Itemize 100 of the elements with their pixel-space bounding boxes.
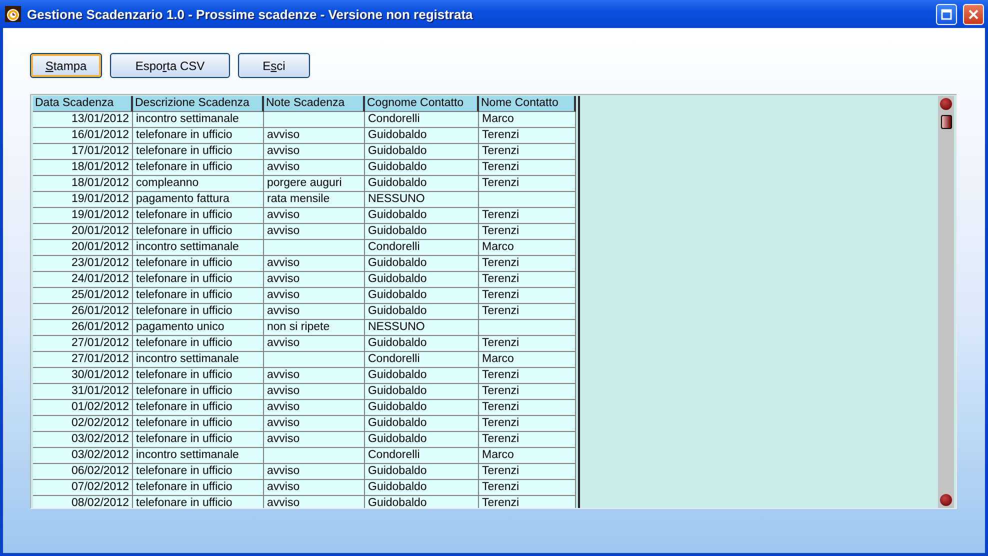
table-cell: telefonare in ufficio [133, 128, 264, 144]
table-cell: Marco [479, 112, 576, 128]
table-cell: Terenzi [479, 256, 576, 272]
table-cell: avviso [264, 304, 365, 320]
export-button[interactable]: Esporta CSV [110, 53, 230, 78]
table-cell: Terenzi [479, 224, 576, 240]
table-cell: compleanno [133, 176, 264, 192]
table-cell: avviso [264, 400, 365, 416]
table-cell: avviso [264, 272, 365, 288]
window-title: Gestione Scadenzario 1.0 - Prossime scadenze - Versione non registrata [27, 6, 474, 22]
table-cell: 30/01/2012 [33, 368, 133, 384]
table-cell: Marco [479, 352, 576, 368]
exit-button[interactable]: Esci [238, 53, 310, 78]
table-cell: avviso [264, 128, 365, 144]
table-cell: NESSUNO [365, 320, 479, 336]
table-cell: avviso [264, 432, 365, 448]
table-cell: avviso [264, 256, 365, 272]
table-cell: Guidobaldo [365, 288, 479, 304]
table-cell: Terenzi [479, 128, 576, 144]
close-button[interactable] [963, 4, 984, 24]
table-cell: 25/01/2012 [33, 288, 133, 304]
table-cell: NESSUNO [365, 192, 479, 208]
table-cell: Guidobaldo [365, 384, 479, 400]
table-cell: Terenzi [479, 144, 576, 160]
table-cell: telefonare in ufficio [133, 496, 264, 508]
table-cell: Guidobaldo [365, 464, 479, 480]
table-cell: Guidobaldo [365, 272, 479, 288]
column-header[interactable]: Note Scadenza [264, 96, 365, 112]
table-cell: telefonare in ufficio [133, 272, 264, 288]
maximize-icon [941, 8, 952, 20]
table-cell: 26/01/2012 [33, 304, 133, 320]
table-cell: Guidobaldo [365, 416, 479, 432]
table-cell: Guidobaldo [365, 144, 479, 160]
table-cell: 20/01/2012 [33, 240, 133, 256]
table-cell: 19/01/2012 [33, 208, 133, 224]
table-cell: 27/01/2012 [33, 352, 133, 368]
maximize-button[interactable] [936, 4, 957, 24]
column-header[interactable]: Cognome Contatto [365, 96, 479, 112]
table-cell: 18/01/2012 [33, 160, 133, 176]
table-cell: Condorelli [365, 352, 479, 368]
table-cell: Terenzi [479, 496, 576, 508]
table-cell: telefonare in ufficio [133, 480, 264, 496]
table-cell: telefonare in ufficio [133, 432, 264, 448]
table-cell: 03/02/2012 [33, 448, 133, 464]
table-cell: Guidobaldo [365, 160, 479, 176]
table-cell: porgere auguri [264, 176, 365, 192]
scroll-thumb[interactable] [940, 115, 952, 129]
table-cell: rata mensile [264, 192, 365, 208]
table-cell: Guidobaldo [365, 176, 479, 192]
column-header[interactable]: Data Scadenza [33, 96, 133, 112]
table-cell: Guidobaldo [365, 480, 479, 496]
table-cell: avviso [264, 208, 365, 224]
table-cell: incontro settimanale [133, 448, 264, 464]
table-cell: pagamento unico [133, 320, 264, 336]
table-cell: 06/02/2012 [33, 464, 133, 480]
table-cell: Terenzi [479, 336, 576, 352]
table-cell: Guidobaldo [365, 304, 479, 320]
table-cell: Guidobaldo [365, 224, 479, 240]
scroll-up-button[interactable] [940, 98, 952, 110]
table-cell: telefonare in ufficio [133, 144, 264, 160]
table-cell: avviso [264, 416, 365, 432]
table-cell: Terenzi [479, 176, 576, 192]
table-cell: Guidobaldo [365, 208, 479, 224]
table-cell: 07/02/2012 [33, 480, 133, 496]
table-cell: telefonare in ufficio [133, 384, 264, 400]
table-cell: Guidobaldo [365, 400, 479, 416]
table-cell: Terenzi [479, 432, 576, 448]
table-cell: avviso [264, 144, 365, 160]
table-cell: telefonare in ufficio [133, 208, 264, 224]
scrollbar[interactable] [938, 96, 954, 508]
table-cell: Condorelli [365, 112, 479, 128]
table-cell: Terenzi [479, 160, 576, 176]
table-cell: 16/01/2012 [33, 128, 133, 144]
table-cell: Terenzi [479, 480, 576, 496]
table-cell: Marco [479, 240, 576, 256]
column-header[interactable]: Nome Contatto [479, 96, 576, 112]
table-cell: Guidobaldo [365, 336, 479, 352]
table-cell: Condorelli [365, 448, 479, 464]
print-button[interactable]: Stampa [30, 53, 102, 78]
table-cell: avviso [264, 480, 365, 496]
table-cell: telefonare in ufficio [133, 224, 264, 240]
table-cell: avviso [264, 384, 365, 400]
table-cell: 02/02/2012 [33, 416, 133, 432]
table-cell: Terenzi [479, 272, 576, 288]
scroll-down-button[interactable] [940, 494, 952, 506]
table-cell: 17/01/2012 [33, 144, 133, 160]
table-cell: Terenzi [479, 416, 576, 432]
table-cell: Guidobaldo [365, 128, 479, 144]
table-cell: telefonare in ufficio [133, 416, 264, 432]
table-cell: incontro settimanale [133, 112, 264, 128]
column-header[interactable]: Descrizione Scadenza [133, 96, 264, 112]
table-cell: 26/01/2012 [33, 320, 133, 336]
table-cell: 27/01/2012 [33, 336, 133, 352]
table-cell: Terenzi [479, 400, 576, 416]
alarm-clock-icon [5, 6, 21, 22]
table-cell: telefonare in ufficio [133, 464, 264, 480]
table-cell: incontro settimanale [133, 352, 264, 368]
table-cell: Terenzi [479, 288, 576, 304]
close-icon [968, 8, 979, 20]
table-cell: telefonare in ufficio [133, 336, 264, 352]
